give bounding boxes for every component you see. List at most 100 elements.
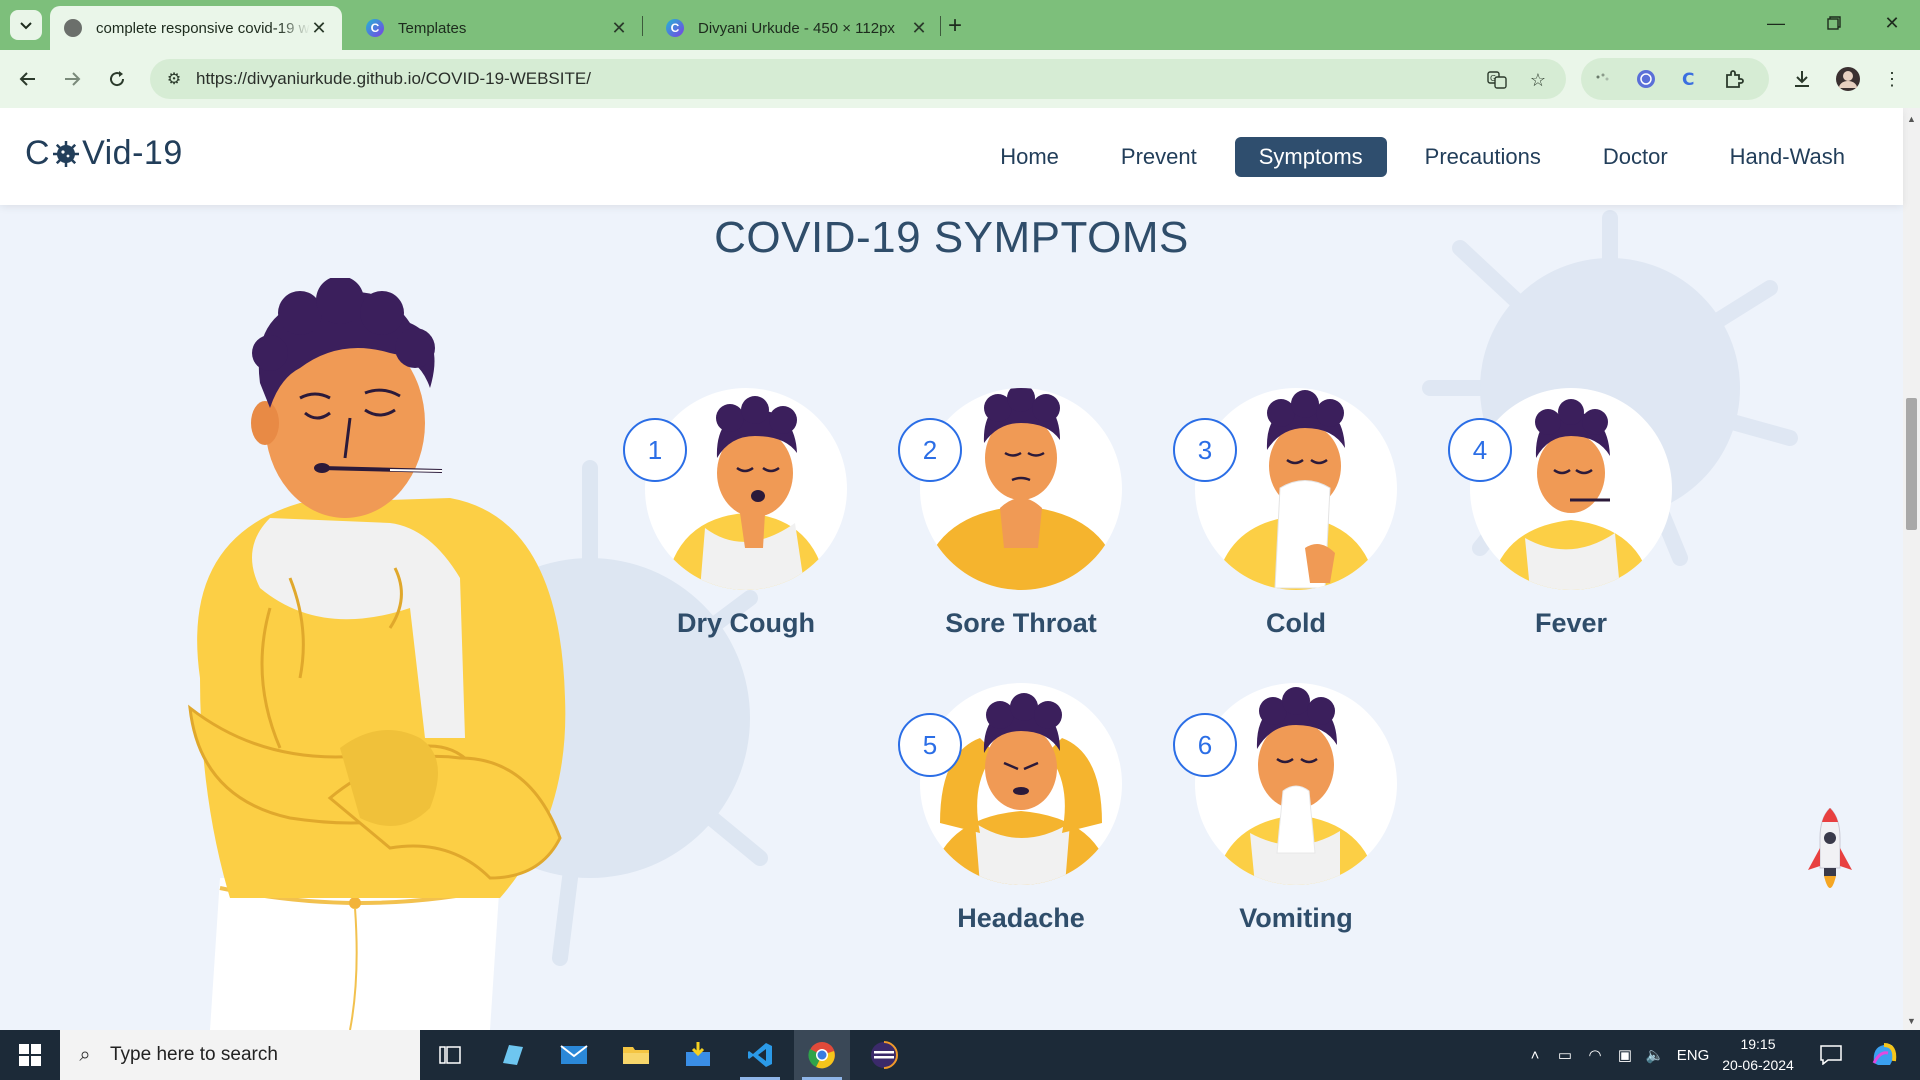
symptom-number: 3	[1173, 418, 1237, 482]
canva-icon: C	[366, 19, 384, 37]
nav-doctor[interactable]: Doctor	[1579, 137, 1692, 177]
close-icon[interactable]: ✕	[610, 18, 628, 39]
wifi-icon[interactable]: ◠	[1580, 1046, 1610, 1064]
task-view-icon[interactable]	[422, 1030, 478, 1080]
browser-toolbar: ⚙ https://divyaniurkude.github.io/COVID-…	[0, 50, 1920, 108]
tab-templates[interactable]: C Templates ✕	[352, 6, 642, 50]
download-icon[interactable]	[1788, 65, 1816, 93]
logo-suffix: Vid-19	[82, 134, 183, 172]
new-tab-button[interactable]: +	[948, 12, 962, 40]
nav-prevent[interactable]: Prevent	[1097, 137, 1221, 177]
tab-separator	[642, 16, 643, 36]
eclipse-app-icon[interactable]	[856, 1030, 912, 1080]
globe-icon	[64, 19, 82, 37]
logo-prefix: C	[25, 134, 51, 172]
close-icon[interactable]: ✕	[310, 18, 328, 39]
symptom-number: 5	[898, 713, 962, 777]
file-explorer-icon[interactable]	[608, 1030, 664, 1080]
address-bar[interactable]: ⚙ https://divyaniurkude.github.io/COVID-…	[150, 59, 1566, 99]
sore-throat-illustration	[920, 388, 1122, 590]
vscode-app-icon[interactable]	[732, 1030, 788, 1080]
profile-avatar-icon[interactable]	[1834, 65, 1862, 93]
extension-loader-icon[interactable]	[1588, 65, 1616, 93]
restore-button[interactable]	[1806, 0, 1862, 46]
canva-icon: C	[666, 19, 684, 37]
extension-canva-icon[interactable]: C	[1676, 65, 1704, 93]
symptom-label: Headache	[957, 903, 1085, 933]
dry-cough-illustration	[645, 388, 847, 590]
page-viewport: C Vid-19 Home Prevent Symptoms Precautio…	[0, 108, 1920, 1030]
symptom-number: 6	[1173, 713, 1237, 777]
reload-icon	[110, 71, 125, 87]
notifications-icon[interactable]	[1806, 1030, 1856, 1080]
tab-title: Divyani Urkude - 450 × 112px	[698, 19, 895, 37]
reload-button[interactable]	[101, 63, 133, 95]
tab-divyani-urkude[interactable]: C Divyani Urkude - 450 × 112px ✕	[652, 6, 942, 50]
scroll-down-arrow-icon[interactable]: ▼	[1907, 1016, 1916, 1026]
notepad-app-icon[interactable]	[484, 1030, 540, 1080]
scroll-up-arrow-icon[interactable]: ▲	[1907, 114, 1916, 124]
installer-app-icon[interactable]	[670, 1030, 726, 1080]
symptom-label: Sore Throat	[945, 608, 1097, 638]
chevron-up-icon[interactable]: ˄	[1520, 1047, 1550, 1064]
restore-icon	[1827, 16, 1841, 30]
page-scrollbar[interactable]: ▲ ▼	[1903, 108, 1920, 1030]
vomiting-illustration	[1195, 683, 1397, 885]
tab-strip: complete responsive covid-19 w ✕ C Templ…	[0, 0, 1920, 50]
tab-search-button[interactable]	[10, 10, 42, 40]
tab-title: Templates	[398, 19, 467, 37]
nav-precautions[interactable]: Precautions	[1401, 137, 1565, 177]
search-icon: ⌕	[79, 1043, 91, 1066]
tab-separator	[940, 16, 941, 36]
translate-icon[interactable]: G	[1486, 69, 1508, 91]
start-button[interactable]	[0, 1030, 60, 1080]
back-to-top-rocket-button[interactable]	[1806, 808, 1854, 904]
extensions-puzzle-icon[interactable]	[1720, 65, 1748, 93]
forward-button[interactable]	[56, 63, 88, 95]
close-window-button[interactable]: ✕	[1864, 0, 1920, 46]
network-icon[interactable]: ▣	[1610, 1046, 1640, 1064]
arrow-right-icon	[65, 72, 81, 86]
section-title: COVID-19 SYMPTOMS	[714, 213, 1189, 262]
site-info-icon[interactable]: ⚙	[154, 69, 194, 89]
symptom-number: 2	[898, 418, 962, 482]
sick-man-illustration	[188, 278, 566, 1030]
svg-text:C: C	[1682, 70, 1694, 90]
scrollbar-thumb[interactable]	[1906, 398, 1917, 530]
menu-kebab-icon[interactable]: ⋮	[1878, 65, 1906, 93]
battery-icon[interactable]: ▭	[1550, 1046, 1580, 1064]
symptom-label: Cold	[1266, 608, 1326, 638]
virus-icon	[53, 140, 80, 167]
clock-date: 20-06-2024	[1722, 1057, 1794, 1073]
tab-covid-website[interactable]: complete responsive covid-19 w ✕	[50, 6, 342, 50]
copilot-icon[interactable]	[1856, 1030, 1912, 1080]
svg-text:G: G	[1490, 74, 1496, 83]
symptom-label: Vomiting	[1239, 903, 1353, 933]
clock-time: 19:15	[1740, 1036, 1776, 1052]
taskbar-search-placeholder: Type here to search	[110, 1044, 278, 1065]
fever-illustration	[1470, 388, 1672, 590]
symptom-label: Fever	[1534, 608, 1608, 638]
chrome-app-icon[interactable]	[794, 1030, 850, 1080]
close-icon[interactable]: ✕	[910, 18, 928, 39]
minimize-button[interactable]: —	[1748, 0, 1804, 46]
windows-logo-icon	[19, 1044, 41, 1066]
back-button[interactable]	[12, 63, 44, 95]
symptom-label: Dry Cough	[677, 608, 815, 638]
main-nav: Home Prevent Symptoms Precautions Doctor…	[962, 137, 1869, 177]
symptom-number: 4	[1448, 418, 1512, 482]
nav-symptoms[interactable]: Symptoms	[1234, 137, 1387, 177]
url-text[interactable]: https://divyaniurkude.github.io/COVID-19…	[196, 69, 591, 89]
chevron-down-icon	[20, 22, 32, 30]
mail-app-icon[interactable]	[546, 1030, 602, 1080]
taskbar-search-box[interactable]: ⌕ Type here to search	[60, 1030, 420, 1080]
windows-taskbar: ⌕ Type here to search ˄ ▭ ◠ ▣ 🔈 ENG 19:1…	[0, 1030, 1920, 1080]
taskbar-clock[interactable]: 19:15 20-06-2024	[1710, 1034, 1806, 1076]
nav-hand-wash[interactable]: Hand-Wash	[1706, 137, 1869, 177]
nav-home[interactable]: Home	[976, 137, 1083, 177]
site-logo[interactable]: C Vid-19	[25, 134, 183, 173]
extension-spiral-icon[interactable]	[1632, 65, 1660, 93]
bookmark-star-icon[interactable]: ☆	[1527, 69, 1549, 91]
volume-icon[interactable]: 🔈	[1640, 1046, 1670, 1064]
system-tray: ˄ ▭ ◠ ▣ 🔈 ENG	[1520, 1030, 1716, 1080]
